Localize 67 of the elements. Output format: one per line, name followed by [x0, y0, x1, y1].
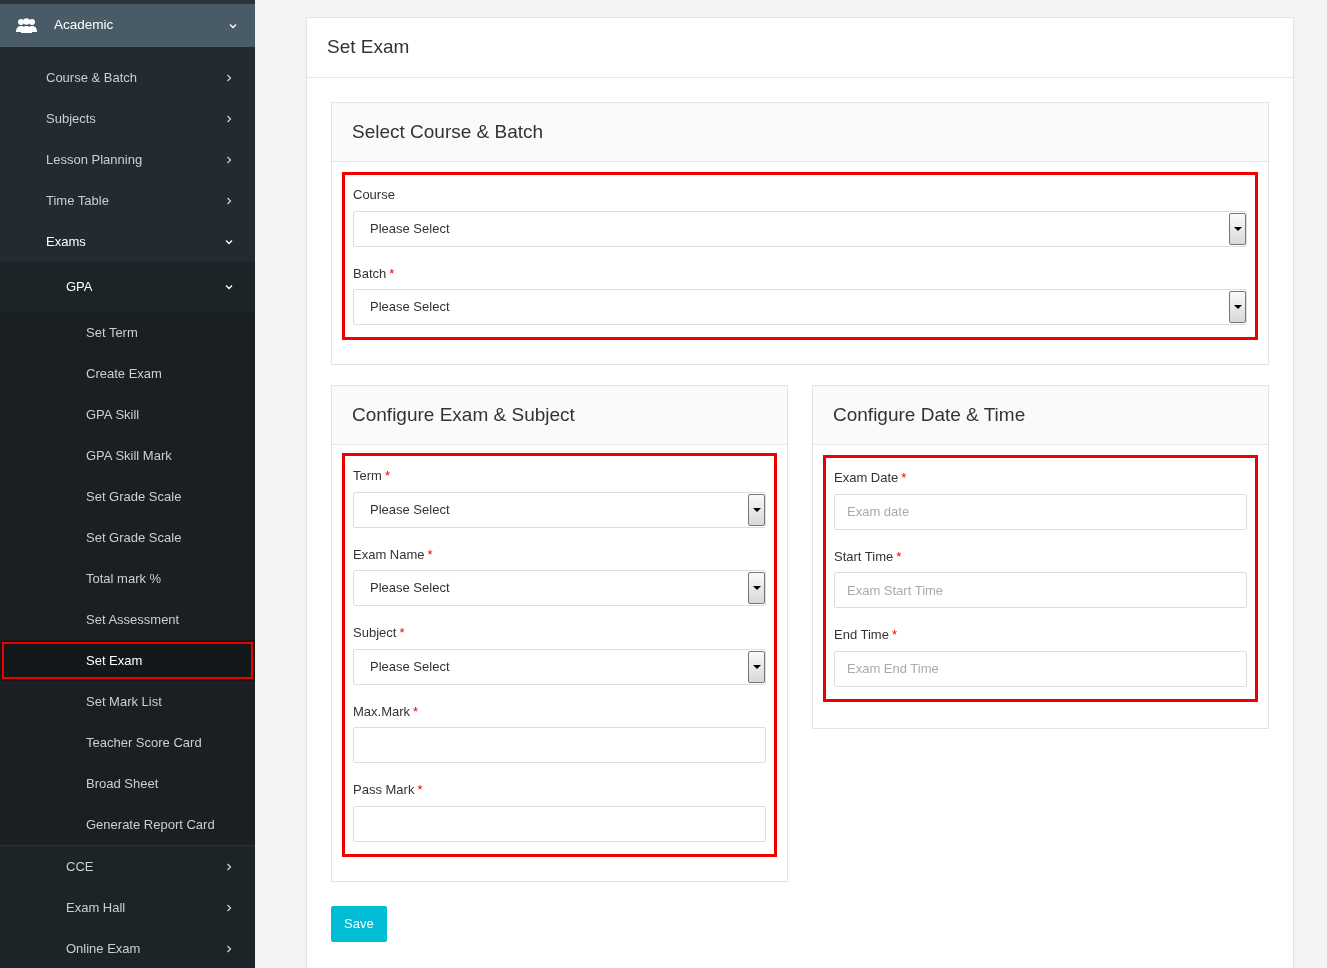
required-asterisk: * — [389, 264, 395, 283]
required-asterisk: * — [427, 545, 433, 564]
sidebar-item[interactable]: Total mark % — [0, 558, 255, 599]
sidebar-item[interactable]: Set Assessment — [0, 599, 255, 640]
required-asterisk: * — [413, 702, 419, 721]
field-label: Term — [353, 467, 382, 485]
page-title: Set Exam — [307, 18, 1293, 78]
sidebar-item[interactable]: Set Grade Scale — [0, 517, 255, 558]
chevron-right-icon — [225, 944, 233, 953]
sidebar-item[interactable]: Generate Report Card — [0, 804, 255, 845]
sidebar-item[interactable]: Subjects — [0, 98, 255, 139]
panel-title: Configure Exam & Subject — [332, 386, 787, 445]
field-label: Batch — [353, 264, 387, 283]
select-field[interactable]: Please Select — [353, 289, 1247, 325]
field-label: Start Time — [834, 547, 894, 566]
input-field[interactable]: Exam End Time — [834, 650, 1247, 687]
select-field[interactable]: Please Select — [353, 570, 766, 606]
chevron-right-icon — [225, 114, 233, 123]
chevron-down-icon — [229, 21, 237, 30]
sidebar-item[interactable]: Teacher Score Card — [0, 722, 255, 763]
sidebar-item[interactable]: Course & Batch — [0, 57, 255, 98]
sidebar-item[interactable]: Broad Sheet — [0, 763, 255, 804]
field-label: End Time — [834, 626, 889, 644]
field-label: Pass Mark — [353, 781, 415, 799]
panel-title: Select Course & Batch — [332, 103, 1268, 162]
input-field[interactable]: Exam Start Time — [834, 572, 1247, 608]
select-field[interactable]: Please Select — [353, 491, 766, 528]
sidebar-item[interactable]: Online Exam — [0, 928, 255, 968]
input-field[interactable]: Exam date — [834, 493, 1247, 530]
field-label: Max.Mark — [353, 702, 411, 721]
sidebar-item[interactable]: Set Mark List — [0, 681, 255, 722]
sidebar-item[interactable]: Set Term — [0, 312, 255, 353]
sidebar-item[interactable]: Set Exam — [0, 640, 255, 681]
chevron-right-icon — [225, 155, 233, 164]
select-field[interactable]: Please Select — [353, 648, 766, 685]
input-field[interactable] — [353, 805, 766, 842]
select-field[interactable]: Please Select — [353, 210, 1247, 247]
chevron-down-icon — [225, 237, 233, 246]
input-field[interactable] — [353, 727, 766, 763]
chevron-right-icon — [225, 196, 233, 205]
chevron-down-icon — [225, 283, 233, 291]
field-label: Subject — [353, 624, 397, 642]
sidebar-item[interactable]: Set Grade Scale — [0, 476, 255, 517]
required-asterisk: * — [901, 469, 907, 487]
sidebar-item[interactable]: GPA Skill Mark — [0, 435, 255, 476]
required-asterisk: * — [399, 624, 405, 642]
required-asterisk: * — [417, 781, 423, 799]
sidebar-item[interactable]: Create Exam — [0, 353, 255, 394]
sidebar-item[interactable]: CCE — [0, 846, 255, 887]
chevron-right-icon — [225, 903, 233, 912]
users-icon — [16, 18, 38, 33]
sidebar-item[interactable]: Exams — [0, 221, 255, 262]
required-asterisk: * — [384, 467, 390, 485]
field-label: Exam Date — [834, 469, 899, 487]
required-asterisk: * — [896, 547, 902, 566]
field-label: Exam Name — [353, 545, 425, 564]
chevron-right-icon — [225, 73, 233, 82]
sidebar-item[interactable]: GPA — [0, 262, 255, 312]
chevron-right-icon — [225, 862, 233, 871]
required-asterisk: * — [891, 626, 897, 644]
sidebar-item[interactable]: Exam Hall — [0, 887, 255, 928]
panel-title: Configure Date & Time — [813, 386, 1268, 445]
sidebar-section-header[interactable]: Academic — [0, 4, 255, 47]
sidebar-item[interactable]: Lesson Planning — [0, 139, 255, 180]
field-label: Course — [353, 186, 395, 204]
sidebar-item[interactable]: Time Table — [0, 180, 255, 221]
sidebar-item[interactable]: GPA Skill — [0, 394, 255, 435]
